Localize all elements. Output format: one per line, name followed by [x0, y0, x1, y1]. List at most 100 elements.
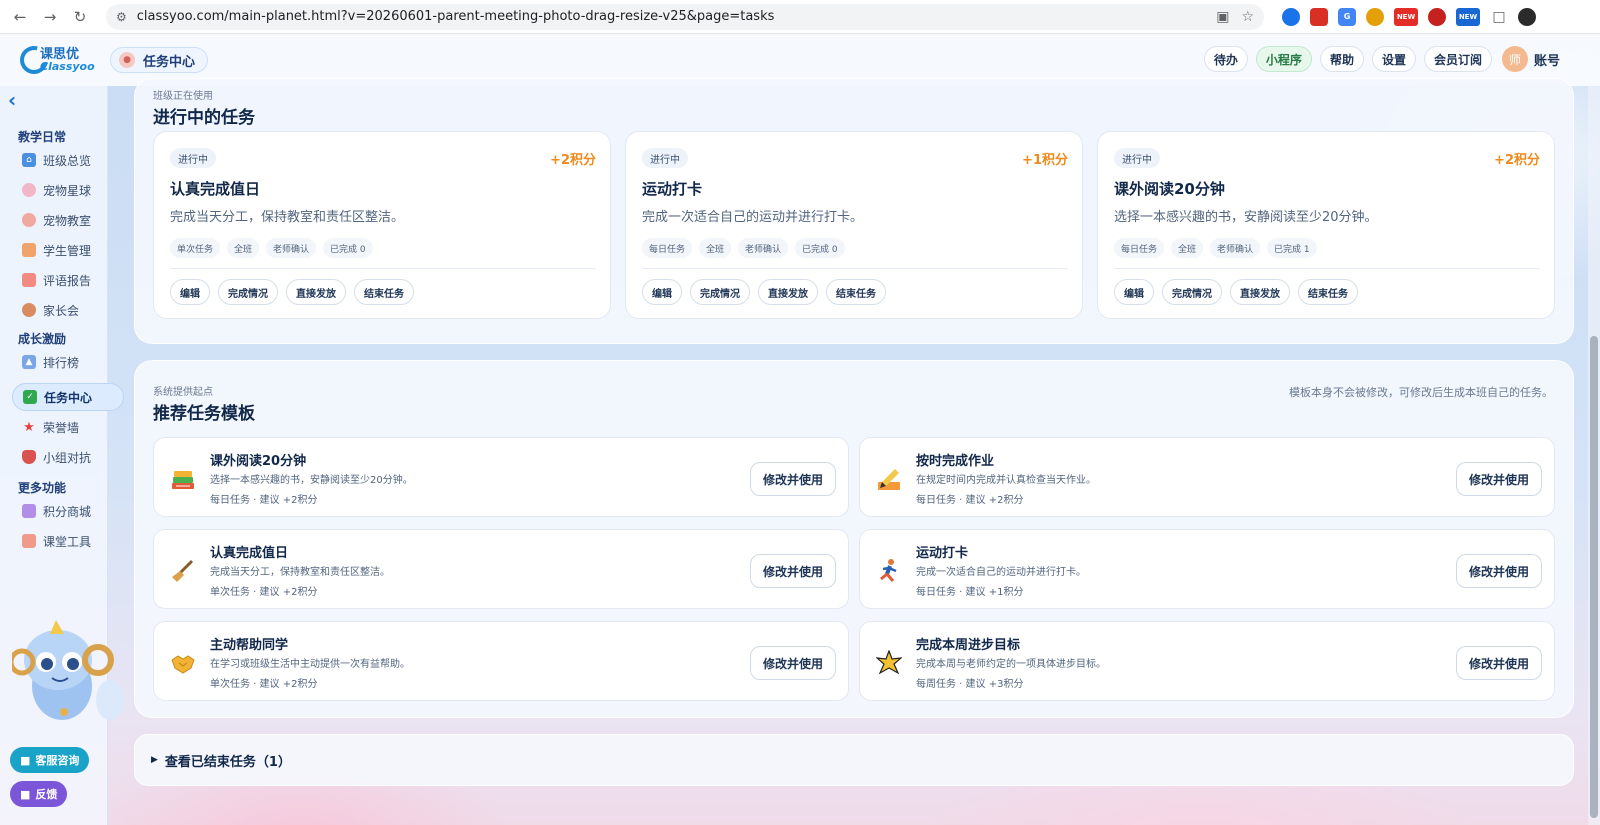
task-card: 进行中 +1积分 运动打卡 完成一次适合自己的运动并进行打卡。 每日任务 全班 … [625, 131, 1083, 319]
tag-confirm: 老师确认 [266, 238, 317, 258]
template-meta: 单次任务 · 建议 +2积分 [210, 587, 318, 598]
feedback-button[interactable]: ■ 反馈 [10, 781, 68, 807]
direct-award-button[interactable]: 直接发放 [758, 279, 818, 305]
direct-award-button[interactable]: 直接发放 [1230, 279, 1290, 305]
home-icon: ⌂ [22, 153, 36, 167]
use-template-button[interactable]: 修改并使用 [1455, 462, 1542, 496]
extension-red-icon[interactable] [1310, 7, 1328, 26]
sidebar-item-parent-meeting[interactable]: 家长会 [22, 298, 79, 322]
scrollbar-thumb[interactable] [1590, 336, 1598, 818]
task-title: 课外阅读20分钟 [1114, 180, 1225, 198]
module-chip-task-center[interactable]: ● 任务中心 [110, 47, 209, 73]
task-tags: 每日任务 全班 老师确认 已完成 1 [1114, 238, 1317, 258]
template-card: 认真完成值日 完成当天分工，保持教室和责任区整洁。 单次任务 · 建议 +2积分… [153, 529, 849, 609]
templates-eyebrow: 系统提供起点 [153, 387, 213, 398]
template-card: 课外阅读20分钟 选择一本感兴趣的书，安静阅读至少20分钟。 每日任务 · 建议… [153, 437, 849, 517]
template-card: 运动打卡 完成一次适合自己的运动并进行打卡。 每日任务 · 建议 +1积分 修改… [859, 529, 1555, 609]
sidebar-item-points-mall[interactable]: 积分商城 [22, 499, 91, 523]
sidebar-item-pet-planet[interactable]: 宠物星球 [22, 178, 91, 202]
edit-button[interactable]: 编辑 [170, 279, 210, 305]
help-button[interactable]: 帮助 [1319, 46, 1364, 72]
sidebar-item-comment-report[interactable]: 评语报告 [22, 268, 91, 292]
use-template-button[interactable]: 修改并使用 [1455, 646, 1542, 680]
template-description: 完成当天分工，保持教室和责任区整洁。 [210, 567, 390, 578]
membership-button[interactable]: 会员订阅 [1423, 46, 1492, 72]
account-menu[interactable]: 师 账号 [1501, 46, 1560, 72]
completion-status-button[interactable]: 完成情况 [690, 279, 750, 305]
bookmark-star-icon[interactable]: ☆ [1241, 9, 1254, 25]
triangle-right-icon: ▶ [151, 755, 158, 765]
tag-scope: 全班 [227, 238, 260, 258]
sidebar-collapse-chevron-icon[interactable]: ‹ [8, 88, 32, 112]
template-description: 完成本周与老师约定的一项具体进步目标。 [916, 659, 1106, 670]
todo-button[interactable]: 待办 [1203, 46, 1248, 72]
end-task-button[interactable]: 结束任务 [826, 279, 886, 305]
template-meta: 每日任务 · 建议 +2积分 [916, 495, 1024, 506]
sidebar-item-task-center[interactable]: ✓ 任务中心 [12, 383, 124, 411]
classyoo-logo[interactable]: 课思优 Classyoo [14, 40, 104, 80]
sidebar-item-honor-wall[interactable]: ★ 荣誉墙 [22, 415, 79, 439]
use-template-button[interactable]: 修改并使用 [749, 554, 836, 588]
completion-status-button[interactable]: 完成情况 [218, 279, 278, 305]
sidebar-item-leaderboard[interactable]: ▲ 排行榜 [22, 350, 79, 374]
end-task-button[interactable]: 结束任务 [1298, 279, 1358, 305]
template-card: 按时完成作业 在规定时间内完成并认真检查当天作业。 每日任务 · 建议 +2积分… [859, 437, 1555, 517]
site-info-icon[interactable]: ⚙ [116, 10, 127, 24]
forward-icon[interactable]: → [36, 3, 64, 31]
status-badge: 进行中 [1114, 148, 1160, 168]
back-icon[interactable]: ← [6, 3, 34, 31]
task-actions: 编辑 完成情况 直接发放 结束任务 [642, 279, 886, 305]
shield-icon [22, 450, 36, 464]
header-actions: 待办 小程序 帮助 设置 会员订阅 师 账号 [1203, 46, 1560, 72]
trophy-icon: ▲ [22, 355, 36, 369]
ended-tasks-label: 查看已结束任务（1） [164, 754, 291, 770]
edit-button[interactable]: 编辑 [1114, 279, 1154, 305]
settings-button[interactable]: 设置 [1371, 46, 1416, 72]
active-tasks-eyebrow: 班级正在使用 [153, 91, 213, 102]
extension-new-badge-2[interactable]: NEW [1456, 7, 1480, 26]
handshake-icon [171, 655, 195, 674]
sidebar-item-student-mgmt[interactable]: 学生管理 [22, 238, 91, 262]
family-icon [22, 303, 36, 317]
sidebar-group-more: 更多功能 [18, 481, 67, 495]
address-bar[interactable]: ⚙ classyoo.com/main-planet.html?v=202606… [106, 3, 1264, 30]
star-icon: ★ [23, 419, 35, 435]
ended-tasks-toggle[interactable]: ▶ 查看已结束任务（1） [134, 734, 1574, 786]
use-template-button[interactable]: 修改并使用 [749, 646, 836, 680]
reload-icon[interactable]: ↻ [66, 3, 94, 31]
install-app-icon[interactable]: ▣ [1216, 9, 1229, 25]
end-task-button[interactable]: 结束任务 [354, 279, 414, 305]
extension-cookie-icon[interactable] [1366, 7, 1384, 26]
star-burst-icon [876, 650, 902, 675]
extension-blue-icon[interactable] [1282, 7, 1300, 26]
extension-new-badge-1[interactable]: NEW [1394, 7, 1418, 26]
tag-frequency: 每日任务 [642, 238, 693, 258]
sidebar-item-team-battle[interactable]: 小组对抗 [22, 445, 91, 469]
task-tags: 每日任务 全班 老师确认 已完成 0 [642, 238, 845, 258]
sidebar-group-growth: 成长激励 [18, 332, 67, 346]
translate-icon[interactable]: G [1338, 7, 1356, 26]
sidebar-item-class-tools[interactable]: 课堂工具 [22, 529, 91, 553]
tag-frequency: 单次任务 [170, 238, 221, 258]
tag-scope: 全班 [699, 238, 732, 258]
use-template-button[interactable]: 修改并使用 [1455, 554, 1542, 588]
extension-red-round-icon[interactable] [1428, 7, 1446, 26]
use-template-button[interactable]: 修改并使用 [749, 462, 836, 496]
edit-button[interactable]: 编辑 [642, 279, 682, 305]
sidebar-item-pet-classroom[interactable]: 宠物教室 [22, 208, 91, 232]
students-icon [22, 243, 36, 257]
sidebar-item-class-overview[interactable]: ⌂ 班级总览 [22, 148, 91, 172]
direct-award-button[interactable]: 直接发放 [286, 279, 346, 305]
url-text[interactable]: classyoo.com/main-planet.html?v=20260601… [137, 9, 1204, 24]
template-meta: 每日任务 · 建议 +2积分 [210, 495, 318, 506]
completion-status-button[interactable]: 完成情况 [1162, 279, 1222, 305]
template-title: 认真完成值日 [210, 546, 289, 561]
page-scrollbar[interactable] [1588, 86, 1600, 825]
extensions-puzzle-icon[interactable]: □ [1490, 8, 1508, 26]
miniapp-button[interactable]: 小程序 [1255, 46, 1312, 72]
mascot-illustration [12, 620, 124, 720]
profile-avatar-icon[interactable] [1518, 7, 1536, 26]
shop-bag-icon [22, 504, 36, 518]
support-chat-button[interactable]: ■ 客服咨询 [10, 747, 90, 773]
tag-confirm: 老师确认 [738, 238, 789, 258]
